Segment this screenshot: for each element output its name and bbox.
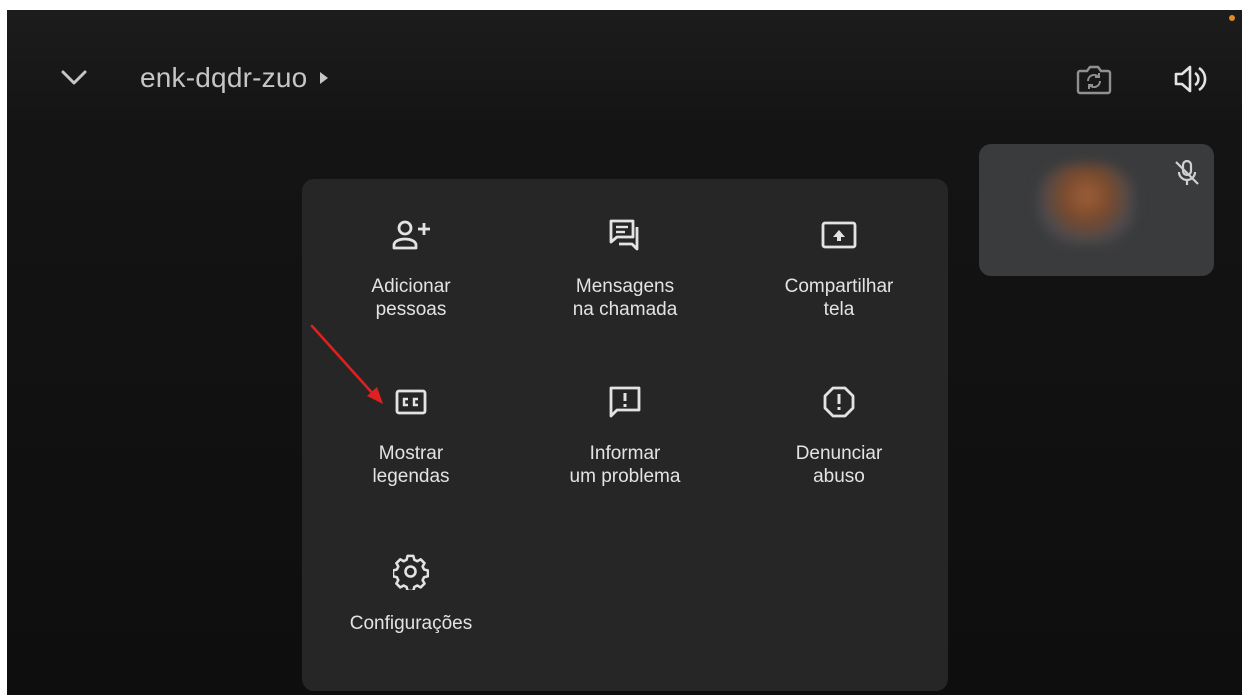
speaker-icon: [1174, 65, 1207, 93]
status-indicator-dot: [1229, 15, 1235, 21]
report-abuse-button[interactable]: Denunciar abuso: [739, 382, 939, 488]
meeting-code-button[interactable]: enk-dqdr-zuo: [140, 58, 329, 98]
report-icon: [823, 386, 855, 418]
switch-camera-button[interactable]: [1074, 60, 1114, 98]
menu-item-label: Adicionar pessoas: [371, 276, 451, 320]
report-problem-button[interactable]: Informar um problema: [525, 382, 725, 488]
in-call-messages-button[interactable]: Mensagens na chamada: [525, 215, 725, 321]
self-video-preview: [1039, 164, 1134, 244]
caret-right-icon: [320, 72, 329, 84]
more-options-panel: Adicionar pessoas Mensagens na chamada C…: [302, 179, 948, 691]
mic-status: [1170, 156, 1204, 190]
menu-item-label: Compartilhar tela: [784, 276, 894, 320]
settings-button[interactable]: Configurações: [311, 552, 511, 635]
add-people-button[interactable]: Adicionar pessoas: [311, 215, 511, 321]
chevron-down-icon: [61, 70, 87, 85]
switch-camera-icon: [1076, 65, 1112, 95]
collapse-button[interactable]: [56, 62, 92, 94]
meeting-code: enk-dqdr-zuo: [140, 62, 308, 93]
share-screen-button[interactable]: Compartilhar tela: [739, 215, 939, 321]
menu-item-label: Configurações: [349, 613, 473, 634]
share-screen-icon: [821, 221, 857, 249]
menu-item-label: Mensagens na chamada: [572, 276, 678, 320]
audio-output-button[interactable]: [1170, 60, 1210, 98]
closed-captions-icon: [395, 389, 427, 415]
menu-item-label: Denunciar abuso: [795, 443, 883, 487]
menu-item-label: Mostrar legendas: [372, 443, 450, 487]
add-person-icon: [392, 220, 430, 250]
mic-off-icon: [1175, 159, 1199, 185]
gear-icon: [393, 554, 429, 590]
menu-item-label: Informar um problema: [569, 443, 681, 487]
show-captions-button[interactable]: Mostrar legendas: [311, 382, 511, 488]
feedback-icon: [609, 386, 641, 418]
self-view-tile[interactable]: [979, 144, 1214, 276]
chat-icon: [609, 219, 639, 251]
